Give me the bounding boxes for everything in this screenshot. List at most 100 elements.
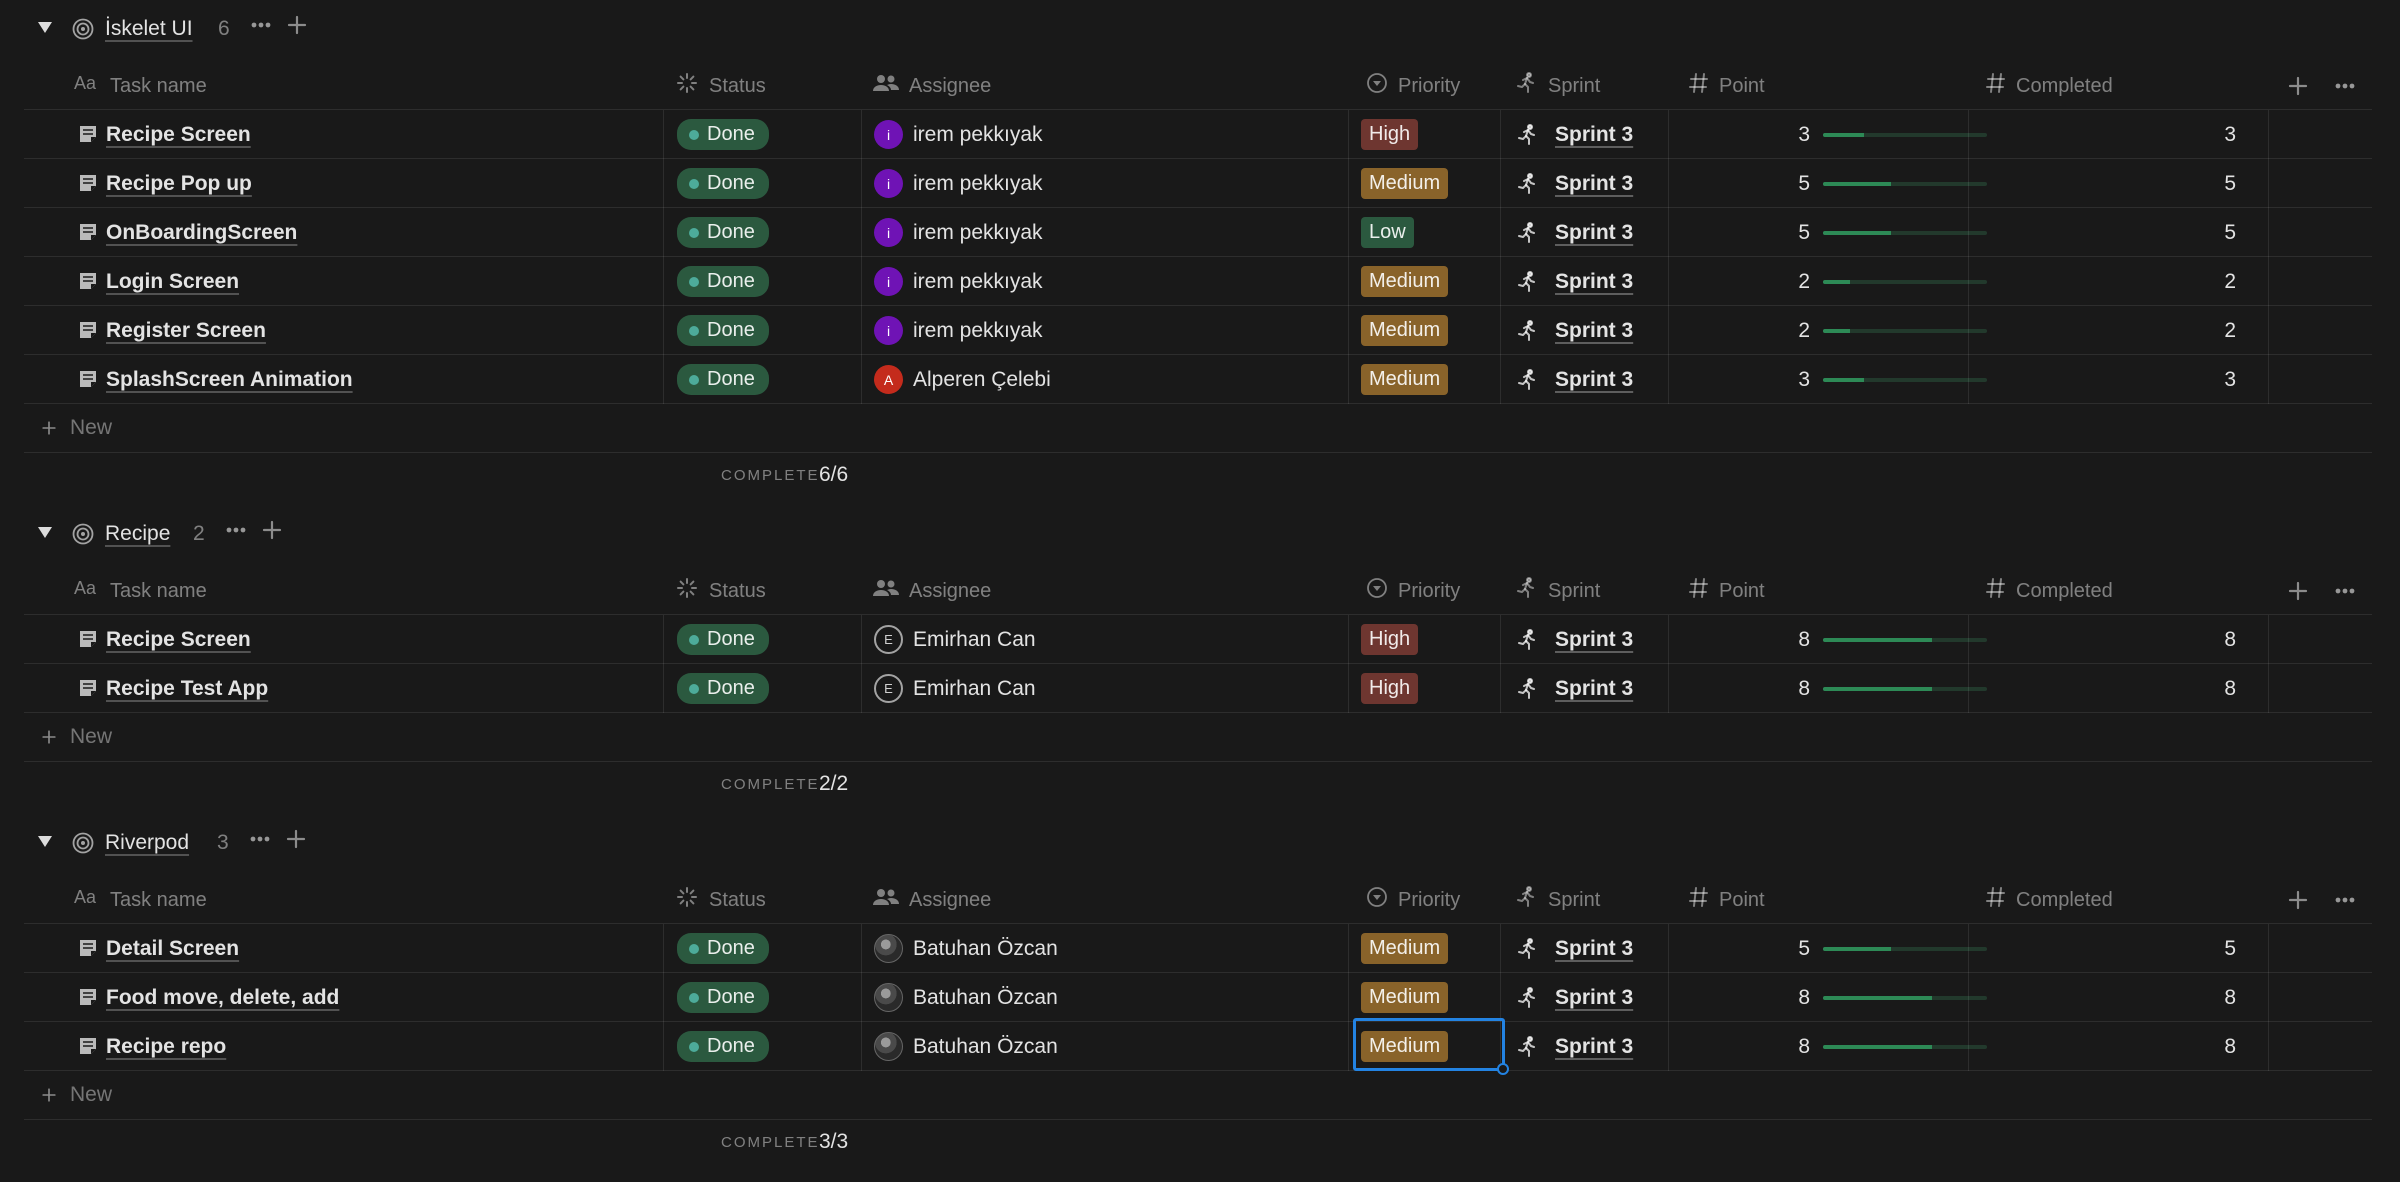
add-property-icon[interactable]	[2283, 576, 2313, 606]
column-point[interactable]: Point	[1689, 876, 1765, 924]
table-row[interactable]: Register Screen Done i irem pekkıyak Medium S…	[24, 306, 2372, 355]
column-task-name[interactable]: Aa Task name	[74, 876, 207, 924]
point-cell[interactable]: 2	[1668, 257, 1987, 306]
task-name-cell[interactable]: OnBoardingScreen	[24, 208, 663, 257]
table-row[interactable]: Recipe Pop up Done i irem pekkıyak Medium Spr…	[24, 159, 2372, 208]
priority-cell[interactable]: Medium	[1348, 355, 1500, 404]
assignee-cell[interactable]: Batuhan Özcan	[861, 1022, 1348, 1071]
status-cell[interactable]: Done	[663, 924, 861, 973]
point-cell[interactable]: 5	[1668, 159, 1987, 208]
table-row[interactable]: SplashScreen Animation Done A Alperen Çeleb…	[24, 355, 2372, 404]
assignee-cell[interactable]: E Emirhan Can	[861, 615, 1348, 664]
completed-cell[interactable]: 8	[1968, 1022, 2268, 1071]
status-cell[interactable]: Done	[663, 159, 861, 208]
sprint-link[interactable]: Sprint 3	[1555, 319, 1633, 343]
task-name-cell[interactable]: Detail Screen	[24, 924, 663, 973]
sprint-cell[interactable]: Sprint 3	[1500, 924, 1668, 973]
group-more-icon[interactable]	[246, 10, 276, 40]
sprint-link[interactable]: Sprint 3	[1555, 628, 1633, 652]
table-row[interactable]: Recipe Screen Done E Emirhan Can High Sprint …	[24, 615, 2372, 664]
point-cell[interactable]: 8	[1668, 1022, 1987, 1071]
completed-cell[interactable]: 2	[1968, 306, 2268, 355]
column-status[interactable]: Status	[675, 62, 766, 110]
task-name-cell[interactable]: Recipe Screen	[24, 110, 663, 159]
column-priority[interactable]: Priority	[1366, 62, 1460, 110]
assignee-cell[interactable]: i irem pekkıyak	[861, 110, 1348, 159]
sprint-cell[interactable]: Sprint 3	[1500, 208, 1668, 257]
task-name-cell[interactable]: Recipe Screen	[24, 615, 663, 664]
column-assignee[interactable]: Assignee	[873, 876, 991, 924]
assignee-cell[interactable]: Batuhan Özcan	[861, 973, 1348, 1022]
priority-cell[interactable]: Medium	[1348, 973, 1500, 1022]
task-name[interactable]: Food move, delete, add	[106, 986, 339, 1010]
collapse-caret-icon[interactable]	[38, 527, 52, 538]
point-cell[interactable]: 5	[1668, 208, 1987, 257]
sprint-link[interactable]: Sprint 3	[1555, 172, 1633, 196]
selection-fill-handle[interactable]	[1497, 1063, 1509, 1075]
collapse-caret-icon[interactable]	[38, 22, 52, 33]
new-row-button[interactable]: New	[24, 404, 2372, 453]
sprint-cell[interactable]: Sprint 3	[1500, 110, 1668, 159]
group-more-icon[interactable]	[221, 515, 251, 545]
point-cell[interactable]: 3	[1668, 355, 1987, 404]
sprint-link[interactable]: Sprint 3	[1555, 937, 1633, 961]
task-name[interactable]: SplashScreen Animation	[106, 368, 353, 392]
column-completed[interactable]: Completed	[1986, 62, 2113, 110]
table-row[interactable]: Login Screen Done i irem pekkıyak Medium Spri…	[24, 257, 2372, 306]
sprint-link[interactable]: Sprint 3	[1555, 270, 1633, 294]
task-name[interactable]: OnBoardingScreen	[106, 221, 297, 245]
table-row[interactable]: Recipe repo Done Batuhan Özcan Medium Sprint…	[24, 1022, 2372, 1071]
column-task-name[interactable]: Aa Task name	[74, 62, 207, 110]
view-more-icon[interactable]	[2330, 71, 2360, 101]
task-name-cell[interactable]: Login Screen	[24, 257, 663, 306]
task-name-cell[interactable]: Food move, delete, add	[24, 973, 663, 1022]
point-cell[interactable]: 8	[1668, 973, 1987, 1022]
sprint-link[interactable]: Sprint 3	[1555, 1035, 1633, 1059]
priority-cell[interactable]: Medium	[1348, 306, 1500, 355]
assignee-cell[interactable]: E Emirhan Can	[861, 664, 1348, 713]
task-name[interactable]: Recipe repo	[106, 1035, 226, 1059]
priority-cell[interactable]: High	[1348, 664, 1500, 713]
status-cell[interactable]: Done	[663, 306, 861, 355]
view-more-icon[interactable]	[2330, 885, 2360, 915]
status-cell[interactable]: Done	[663, 615, 861, 664]
priority-cell[interactable]: Medium	[1348, 257, 1500, 306]
view-more-icon[interactable]	[2330, 576, 2360, 606]
priority-cell[interactable]: High	[1348, 615, 1500, 664]
column-status[interactable]: Status	[675, 567, 766, 615]
task-name[interactable]: Detail Screen	[106, 937, 239, 961]
collapse-caret-icon[interactable]	[38, 836, 52, 847]
group-title[interactable]: Recipe	[105, 522, 170, 546]
table-row[interactable]: Food move, delete, add Done Batuhan Özcan M…	[24, 973, 2372, 1022]
priority-cell[interactable]: Medium	[1348, 1022, 1500, 1071]
column-sprint[interactable]: Sprint	[1514, 567, 1600, 615]
column-priority[interactable]: Priority	[1366, 876, 1460, 924]
group-add-icon[interactable]	[282, 10, 312, 40]
sprint-cell[interactable]: Sprint 3	[1500, 1022, 1668, 1071]
sprint-cell[interactable]: Sprint 3	[1500, 664, 1668, 713]
point-cell[interactable]: 3	[1668, 110, 1987, 159]
completed-cell[interactable]: 5	[1968, 924, 2268, 973]
completed-cell[interactable]: 5	[1968, 208, 2268, 257]
sprint-link[interactable]: Sprint 3	[1555, 986, 1633, 1010]
sprint-cell[interactable]: Sprint 3	[1500, 257, 1668, 306]
completed-cell[interactable]: 3	[1968, 110, 2268, 159]
completed-cell[interactable]: 8	[1968, 973, 2268, 1022]
task-name-cell[interactable]: SplashScreen Animation	[24, 355, 663, 404]
sprint-cell[interactable]: Sprint 3	[1500, 355, 1668, 404]
sprint-cell[interactable]: Sprint 3	[1500, 973, 1668, 1022]
column-priority[interactable]: Priority	[1366, 567, 1460, 615]
group-add-icon[interactable]	[281, 824, 311, 854]
task-name-cell[interactable]: Recipe Test App	[24, 664, 663, 713]
column-point[interactable]: Point	[1689, 62, 1765, 110]
sprint-link[interactable]: Sprint 3	[1555, 123, 1633, 147]
table-row[interactable]: Recipe Test App Done E Emirhan Can High Sprin…	[24, 664, 2372, 713]
sprint-cell[interactable]: Sprint 3	[1500, 615, 1668, 664]
completed-cell[interactable]: 8	[1968, 615, 2268, 664]
status-cell[interactable]: Done	[663, 208, 861, 257]
column-completed[interactable]: Completed	[1986, 876, 2113, 924]
point-cell[interactable]: 8	[1668, 664, 1987, 713]
column-assignee[interactable]: Assignee	[873, 62, 991, 110]
calculation-row[interactable]: COMPLETE 6/6	[24, 453, 2372, 499]
assignee-cell[interactable]: A Alperen Çelebi	[861, 355, 1348, 404]
